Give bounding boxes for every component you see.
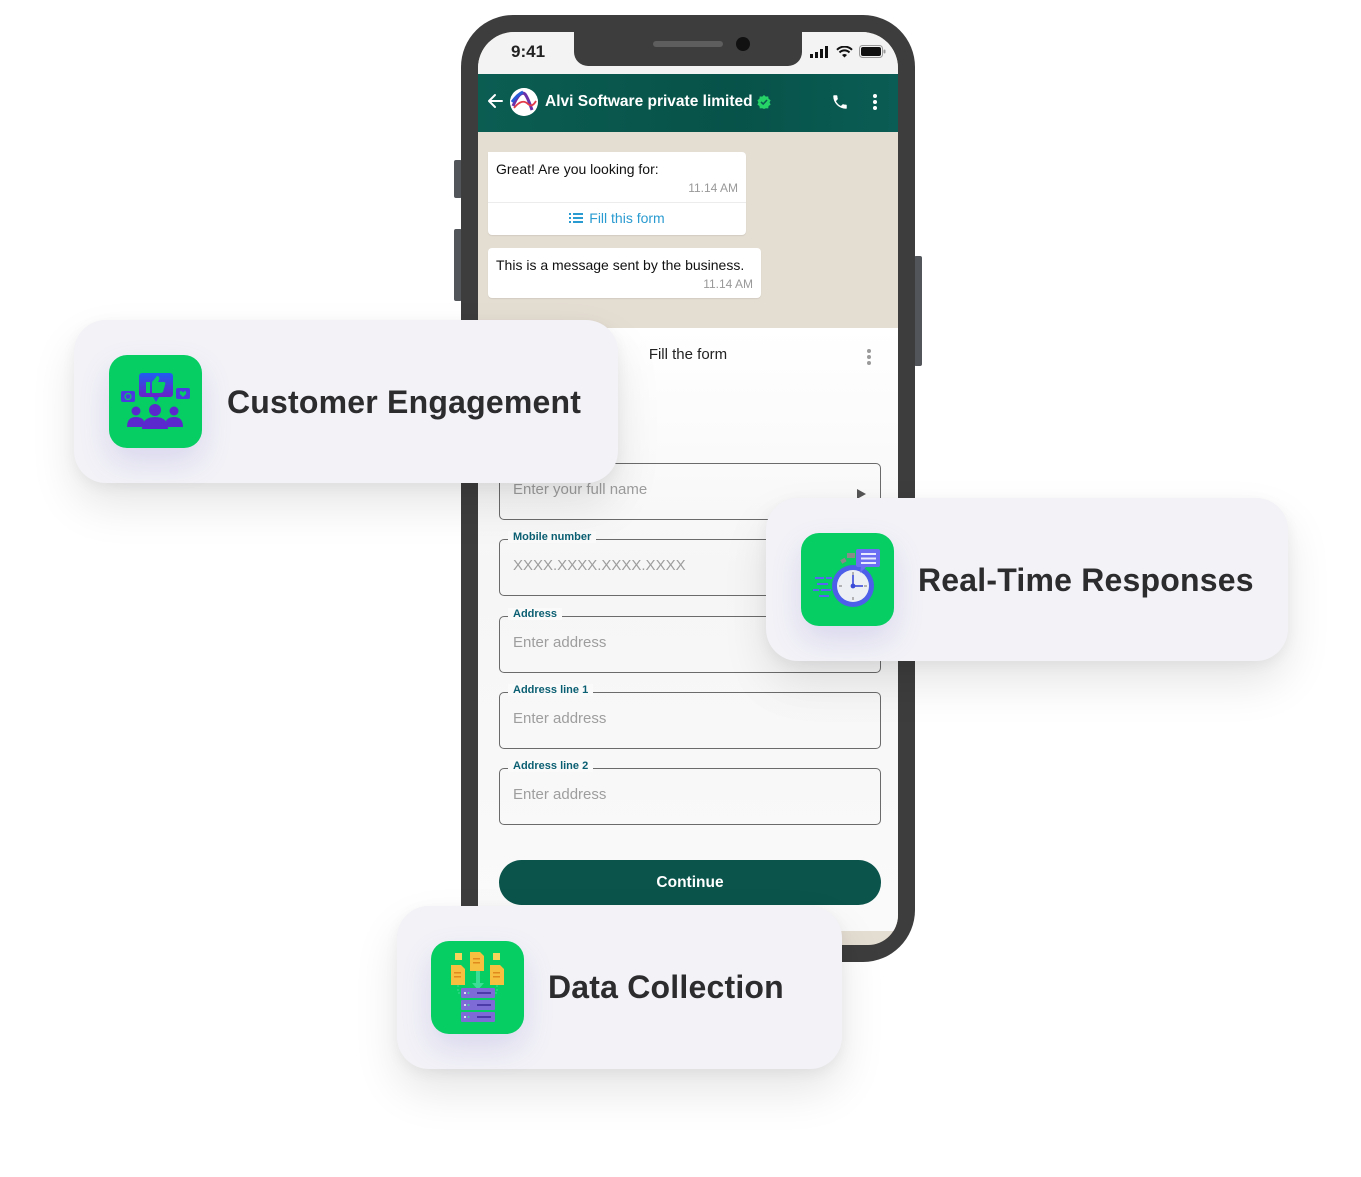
message-bubble: This is a message sent by the business. …	[488, 248, 761, 298]
feature-card-real-time-responses: Real-Time Responses	[766, 498, 1288, 661]
phone-power-button	[914, 256, 922, 366]
business-name: Alvi Software private limited	[545, 93, 753, 110]
front-camera	[736, 37, 750, 51]
signal-icon	[810, 45, 830, 63]
feature-card-data-collection: Data Collection	[397, 906, 842, 1069]
fill-form-label: Fill this form	[589, 210, 665, 226]
form-more-icon[interactable]	[866, 348, 872, 371]
address-line-1-field[interactable]: Address line 1	[499, 684, 881, 749]
notch	[574, 32, 802, 66]
database-documents-icon	[431, 941, 524, 1034]
address-line-2-input[interactable]	[513, 786, 843, 803]
message-text: Great! Are you looking for:	[496, 161, 659, 177]
address-line-1-input[interactable]	[513, 710, 843, 727]
address-label: Address	[508, 608, 563, 620]
message-time: 11.14 AM	[703, 277, 753, 291]
business-avatar[interactable]	[510, 88, 538, 116]
phone-screen: 9:41 Alvi Software private limited Great…	[478, 32, 898, 945]
stopwatch-message-icon	[801, 533, 894, 626]
speaker	[653, 41, 723, 47]
feature-card-customer-engagement: Customer Engagement	[74, 320, 618, 483]
message-text: This is a message sent by the business.	[496, 257, 745, 273]
phone-call-icon[interactable]	[831, 93, 849, 116]
address-line-2-field[interactable]: Address line 2	[499, 760, 881, 825]
customer-engagement-icon	[109, 355, 202, 448]
verified-badge-icon	[757, 95, 771, 114]
chat-header: Alvi Software private limited	[478, 74, 898, 132]
address-line-1-label: Address line 1	[508, 684, 594, 696]
more-vertical-icon[interactable]	[872, 93, 878, 116]
mobile-number-label: Mobile number	[508, 531, 597, 543]
status-time: 9:41	[511, 42, 546, 61]
feature-label: Real-Time Responses	[918, 562, 1254, 598]
full-name-input[interactable]	[513, 481, 843, 498]
feature-label: Data Collection	[548, 969, 784, 1005]
chat-body: Great! Are you looking for: 11.14 AM Fil…	[478, 132, 898, 332]
address-line-2-label: Address line 2	[508, 760, 594, 772]
feature-label: Customer Engagement	[227, 384, 582, 420]
back-arrow-icon[interactable]	[486, 93, 504, 114]
fill-form-button[interactable]: Fill this form	[488, 210, 746, 226]
list-icon	[569, 210, 584, 226]
wifi-icon	[836, 45, 853, 63]
status-bar: 9:41	[478, 32, 898, 74]
divider	[488, 202, 746, 203]
continue-button[interactable]: Continue	[499, 860, 881, 905]
message-bubble: Great! Are you looking for: 11.14 AM Fil…	[488, 152, 746, 235]
message-time: 11.14 AM	[688, 181, 738, 195]
battery-icon	[859, 45, 886, 63]
